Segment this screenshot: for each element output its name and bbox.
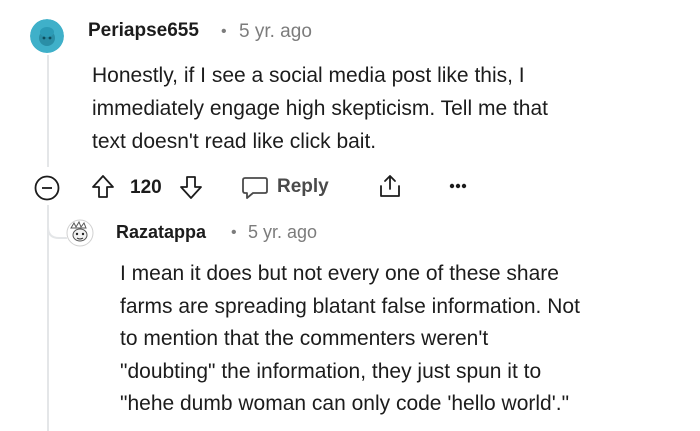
reply-button[interactable]: Reply [241, 174, 329, 200]
reply-icon [242, 177, 268, 199]
collapse-button[interactable] [34, 175, 60, 201]
comment-username[interactable]: Periapse655 [88, 20, 199, 42]
reply-body: I mean it does but not every one of thes… [120, 258, 580, 421]
upvote-icon [92, 175, 114, 198]
vote-count: 120 [130, 177, 162, 198]
more-options-button[interactable] [449, 183, 467, 189]
share-button[interactable] [377, 173, 403, 199]
snoo-avatar-icon [30, 19, 64, 53]
reply-line: I mean it does but not every one of thes… [120, 262, 559, 285]
downvote-button[interactable] [179, 174, 203, 200]
reply-line: "doubting" the information, they just sp… [120, 359, 542, 383]
reply-label: Reply [277, 176, 329, 197]
reply-username[interactable]: Razatappa [116, 222, 206, 243]
share-icon [380, 175, 400, 197]
comment-line: immediately engage high skepticism. Tell… [92, 97, 549, 120]
upvote-button[interactable] [91, 174, 115, 200]
comment-line: Honestly, if I see a social media post l… [92, 64, 525, 87]
reply-line: farms are spreading blatant false inform… [120, 294, 580, 318]
collapse-icon [34, 175, 60, 201]
meta-separator: • [231, 224, 237, 241]
comment-body: Honestly, if I see a social media post l… [92, 59, 548, 158]
comment-line: text doesn't read like click bait. [92, 130, 377, 153]
comment-timestamp[interactable]: 5 yr. ago [239, 21, 312, 43]
reply-timestamp[interactable]: 5 yr. ago [248, 222, 317, 243]
downvote-icon [180, 176, 202, 199]
meta-separator: • [221, 23, 227, 40]
reply-line: "hehe dumb woman can only code 'hello wo… [120, 392, 570, 415]
avatar[interactable] [30, 19, 64, 53]
more-icon [449, 183, 467, 189]
reply-line: to mention that the commenters weren't [120, 327, 489, 350]
thread-line-main [47, 55, 49, 167]
snoo-avatar-icon [66, 219, 94, 247]
reply-avatar[interactable] [66, 219, 94, 247]
